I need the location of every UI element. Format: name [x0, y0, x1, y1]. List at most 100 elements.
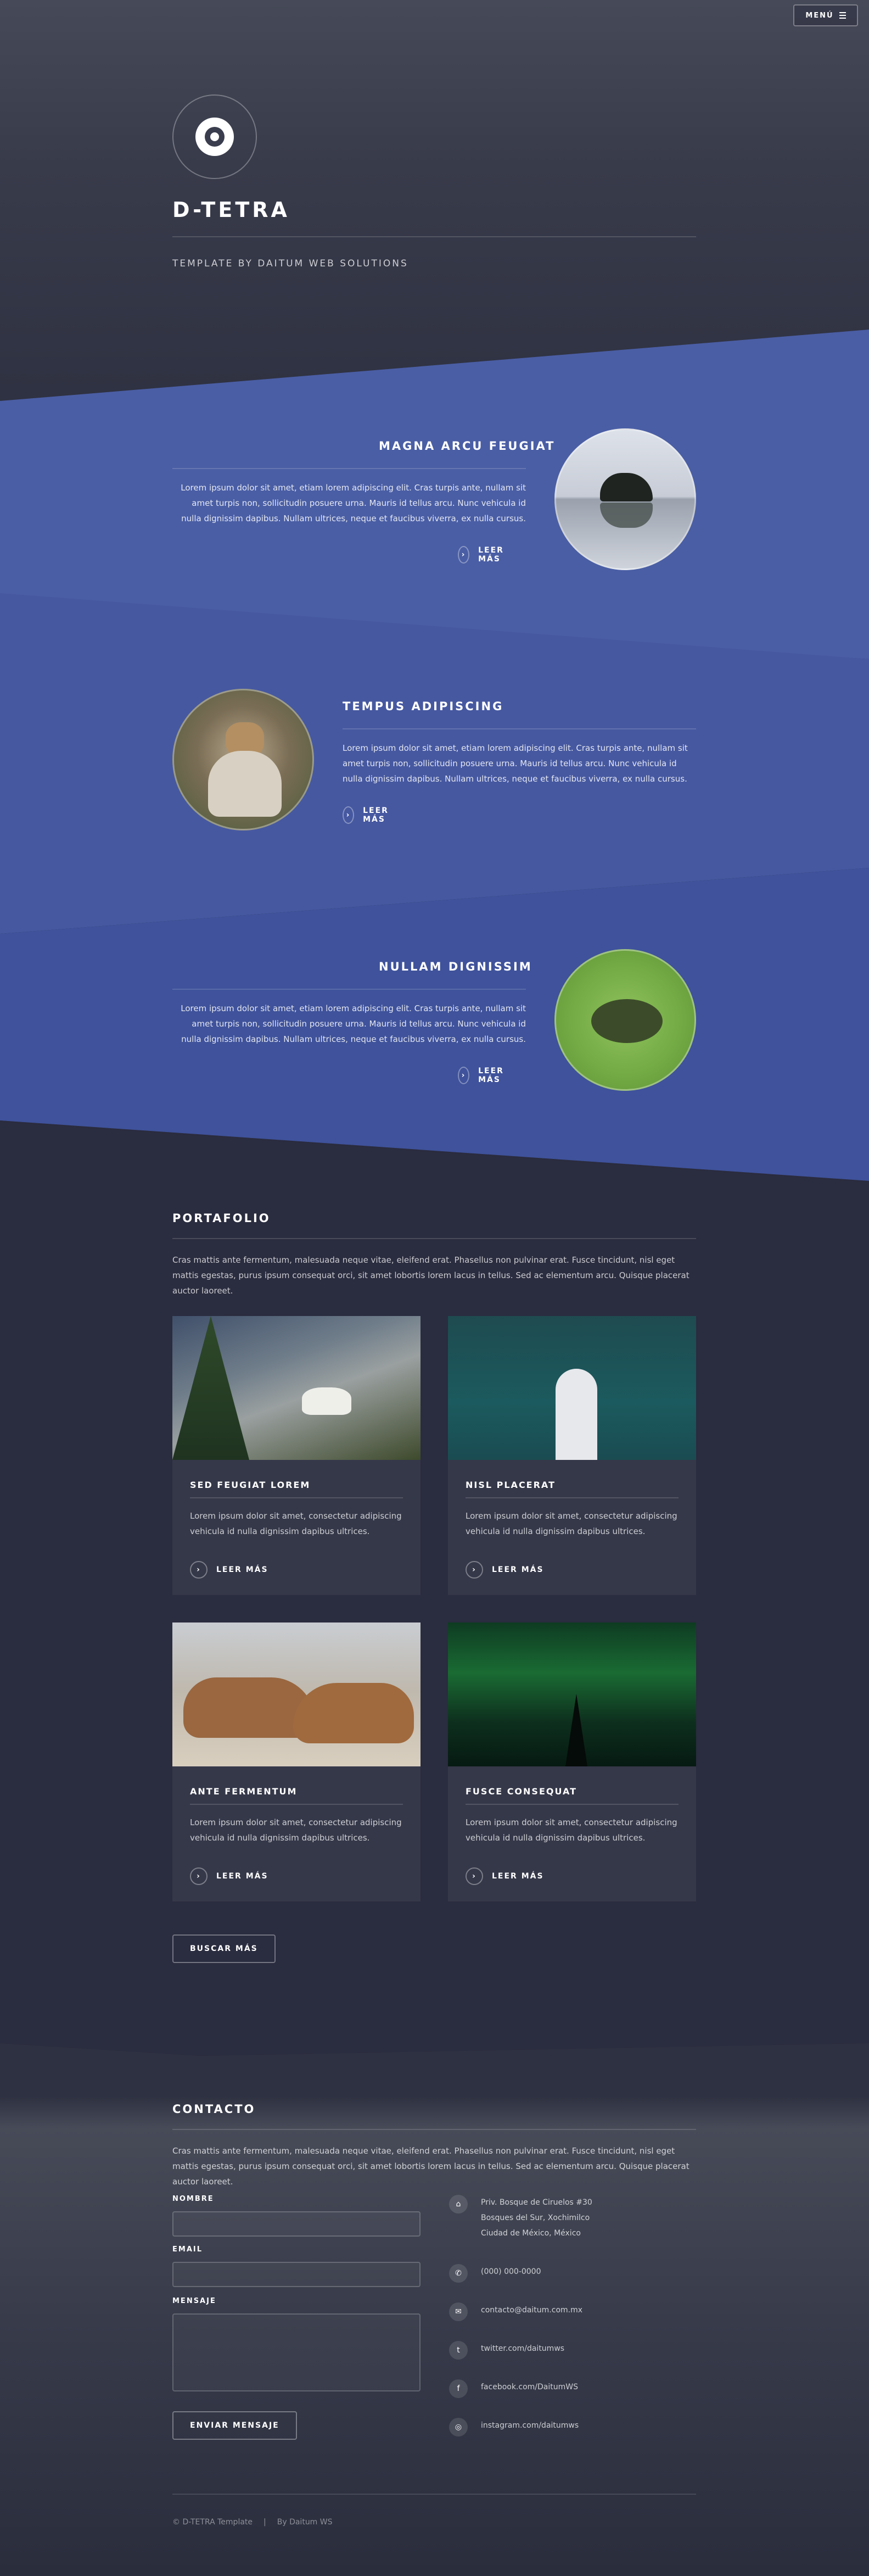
portfolio-divider [172, 1238, 696, 1239]
portfolio-image-walrus[interactable] [172, 1622, 421, 1766]
contact-divider [172, 2129, 696, 2130]
address: Priv. Bosque de Ciruelos #30 Bosques del… [481, 2195, 592, 2241]
arrow-right-icon: › [343, 806, 355, 824]
facebook-item[interactable]: f facebook.com/DaitumWS [449, 2379, 578, 2398]
footer: © D-TETRA Template | By Daitum WS [172, 2518, 333, 2527]
site-title: D-TETRA [172, 198, 290, 222]
phone-item: ✆ (000) 000-0000 [449, 2264, 541, 2283]
envelope-icon: ✉ [449, 2302, 468, 2321]
spotlight-title: MAGNA ARCU FEUGIAT [379, 439, 556, 453]
read-more-label: LEER MÁS [363, 806, 389, 824]
twitter-link[interactable]: twitter.com/daitumws [481, 2341, 564, 2356]
portfolio-card: FUSCE CONSEQUAT Lorem ipsum dolor sit am… [448, 1622, 696, 1902]
spotlight-title: NULLAM DIGNISSIM [379, 960, 532, 973]
read-more-label: LEER MÁS [216, 1565, 268, 1574]
spotlight-divider [343, 728, 696, 729]
portfolio-image-lake[interactable] [448, 1316, 696, 1460]
portfolio-card: ANTE FERMENTUM Lorem ipsum dolor sit ame… [172, 1622, 421, 1902]
spotlight-divider [172, 468, 526, 469]
spotlight-image-dog [172, 689, 314, 830]
page: MENÚ D-TETRA TEMPLATE BY DAITUM WEB SOLU… [0, 0, 869, 2576]
contact-section [0, 2043, 869, 2576]
read-more-label: LEER MÁS [492, 1872, 544, 1881]
read-more-label: LEER MÁS [492, 1565, 544, 1574]
send-message-button[interactable]: ENVIAR MENSAJE [172, 2411, 297, 2440]
email-item[interactable]: ✉ contacto@daitum.com.mx [449, 2302, 582, 2321]
contact-title: CONTACTO [172, 2103, 256, 2116]
card-title: FUSCE CONSEQUAT [466, 1786, 578, 1797]
see-more-button[interactable]: BUSCAR MÁS [172, 1934, 276, 1963]
copyright: © D-TETRA Template [172, 2518, 253, 2527]
footer-divider [172, 2494, 696, 2495]
email-label: EMAIL [172, 2245, 203, 2254]
menu-button[interactable]: MENÚ [793, 4, 858, 26]
spotlight-text: Lorem ipsum dolor sit amet, etiam lorem … [343, 743, 688, 784]
spotlight-read-more-link[interactable]: › LEER MÁS [458, 546, 510, 564]
portfolio-image-aurora[interactable] [448, 1622, 696, 1766]
name-field[interactable] [172, 2211, 421, 2237]
address-line: Priv. Bosque de Ciruelos #30 [481, 2198, 592, 2207]
arrow-right-icon: › [466, 1867, 483, 1885]
arrow-right-icon: › [466, 1561, 483, 1579]
arrow-right-icon: › [190, 1561, 208, 1579]
read-more-label: LEER MÁS [478, 1067, 504, 1084]
spotlight-read-more-link[interactable]: › LEER MÁS [343, 806, 395, 824]
address-item: ⌂ Priv. Bosque de Ciruelos #30 Bosques d… [449, 2195, 592, 2241]
card-title: NISL PLACERAT [466, 1480, 556, 1490]
site-logo [172, 94, 257, 179]
footer-separator: | [263, 2518, 266, 2527]
twitter-item[interactable]: t twitter.com/daitumws [449, 2341, 564, 2360]
site-subtitle: TEMPLATE BY DAITUM WEB SOLUTIONS [172, 258, 408, 269]
message-label: MENSAJE [172, 2297, 216, 2305]
message-field[interactable] [172, 2313, 421, 2391]
home-icon: ⌂ [449, 2195, 468, 2213]
email-field[interactable] [172, 2262, 421, 2287]
portfolio-card: NISL PLACERAT Lorem ipsum dolor sit amet… [448, 1316, 696, 1595]
card-title: ANTE FERMENTUM [190, 1786, 298, 1797]
emblem-icon [195, 118, 234, 156]
spotlight-title: TEMPUS ADIPISCING [343, 700, 504, 713]
address-line: Bosques del Sur, Xochimilco [481, 2213, 590, 2222]
card-divider [466, 1497, 679, 1498]
card-read-more-link[interactable]: › LEER MÁS [466, 1867, 544, 1885]
card-text: Lorem ipsum dolor sit amet, consectetur … [190, 1511, 402, 1536]
facebook-link[interactable]: facebook.com/DaitumWS [481, 2379, 578, 2395]
card-text: Lorem ipsum dolor sit amet, consectetur … [190, 1817, 402, 1843]
instagram-link[interactable]: instagram.com/daitumws [481, 2418, 579, 2433]
facebook-icon: f [449, 2379, 468, 2398]
menu-bars-icon [839, 12, 846, 19]
name-label: NOMBRE [172, 2195, 214, 2203]
hero-divider [172, 236, 696, 237]
card-read-more-link[interactable]: › LEER MÁS [190, 1867, 268, 1885]
spotlight-read-more-link[interactable]: › LEER MÁS [458, 1067, 510, 1084]
card-read-more-link[interactable]: › LEER MÁS [466, 1561, 544, 1579]
card-read-more-link[interactable]: › LEER MÁS [190, 1561, 268, 1579]
twitter-icon: t [449, 2341, 468, 2360]
email-link[interactable]: contacto@daitum.com.mx [481, 2302, 582, 2318]
portfolio-card: SED FEUGIAT LOREM Lorem ipsum dolor sit … [172, 1316, 421, 1595]
portfolio-intro: Cras mattis ante fermentum, malesuada ne… [172, 1255, 689, 1296]
card-text: Lorem ipsum dolor sit amet, consectetur … [466, 1817, 677, 1843]
arrow-right-icon: › [458, 546, 470, 564]
portfolio-title: PORTAFOLIO [172, 1212, 271, 1225]
arrow-right-icon: › [190, 1867, 208, 1885]
card-divider [190, 1804, 403, 1805]
card-divider [466, 1804, 679, 1805]
portfolio-image-goat[interactable] [172, 1316, 421, 1460]
read-more-label: LEER MÁS [216, 1872, 268, 1881]
menu-label: MENÚ [805, 11, 834, 20]
spotlight-text: Lorem ipsum dolor sit amet, etiam lorem … [181, 1003, 526, 1044]
phone-icon: ✆ [449, 2264, 468, 2283]
spotlight-divider [172, 989, 526, 990]
read-more-label: LEER MÁS [478, 546, 504, 564]
spotlight-image-frog [554, 949, 696, 1091]
card-divider [190, 1497, 403, 1498]
arrow-right-icon: › [458, 1067, 470, 1084]
contact-intro: Cras mattis ante fermentum, malesuada ne… [172, 2146, 689, 2187]
instagram-item[interactable]: ◎ instagram.com/daitumws [449, 2418, 579, 2436]
phone-number: (000) 000-0000 [481, 2267, 541, 2276]
credit-link[interactable]: By Daitum WS [277, 2518, 333, 2527]
spotlight-text: Lorem ipsum dolor sit amet, etiam lorem … [181, 483, 526, 523]
instagram-icon: ◎ [449, 2418, 468, 2436]
card-text: Lorem ipsum dolor sit amet, consectetur … [466, 1511, 677, 1536]
